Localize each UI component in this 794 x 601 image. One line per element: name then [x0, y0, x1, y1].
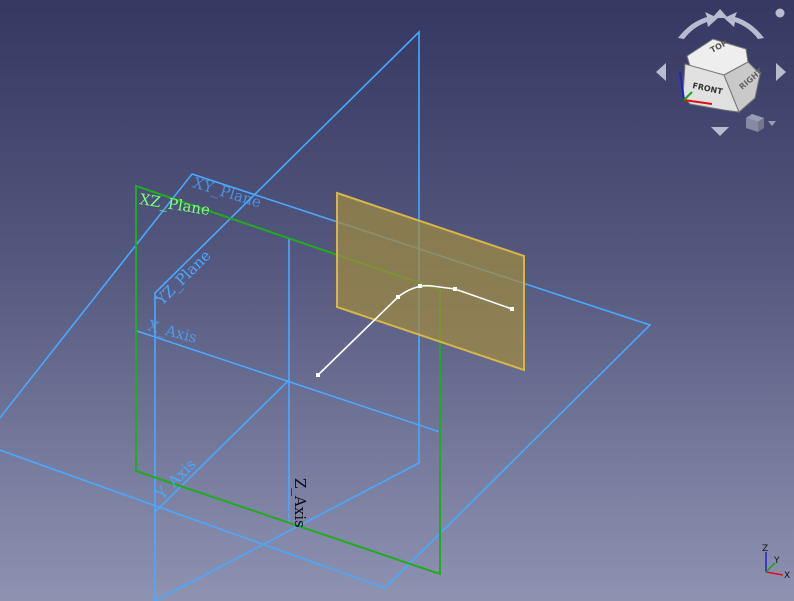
curve-point[interactable]: [316, 373, 320, 377]
navcube-menu-dot-icon[interactable]: [775, 8, 785, 18]
axis-indicator-x: [765, 571, 784, 576]
sketch-plane[interactable]: [336, 191, 525, 372]
curve-point[interactable]: [396, 295, 400, 299]
curve-point[interactable]: [418, 284, 422, 288]
curve-point[interactable]: [510, 307, 514, 311]
axis-indicator: Z Y X: [762, 544, 790, 581]
z-axis-label: Z_Axis: [291, 478, 309, 528]
pan-left-arrow-icon[interactable]: [656, 63, 666, 81]
yz-plane-label: YZ_Plane: [151, 246, 214, 309]
scene-canvas[interactable]: XZ_Plane XY_Plane YZ_Plane X_Axis Y_Axis…: [0, 0, 794, 601]
rotate-left-arc-icon[interactable]: [678, 12, 718, 39]
axis-indicator-x-label: X: [784, 571, 790, 581]
3d-viewport[interactable]: XZ_Plane XY_Plane YZ_Plane X_Axis Y_Axis…: [0, 0, 794, 601]
rotate-right-arc-icon[interactable]: [724, 12, 764, 39]
pan-right-arrow-icon[interactable]: [776, 63, 786, 81]
view-menu-cube-icon[interactable]: [746, 114, 776, 132]
curve-point[interactable]: [453, 287, 457, 291]
pan-up-arrow-icon[interactable]: [712, 9, 728, 18]
axis-indicator-z-label: Z: [762, 544, 768, 554]
xy-plane[interactable]: [0, 173, 652, 589]
navigation-cube[interactable]: TOP FRONT RIGHT: [656, 8, 786, 137]
axis-indicator-y-label: Y: [773, 556, 780, 566]
pan-down-arrow-icon[interactable]: [711, 127, 729, 136]
